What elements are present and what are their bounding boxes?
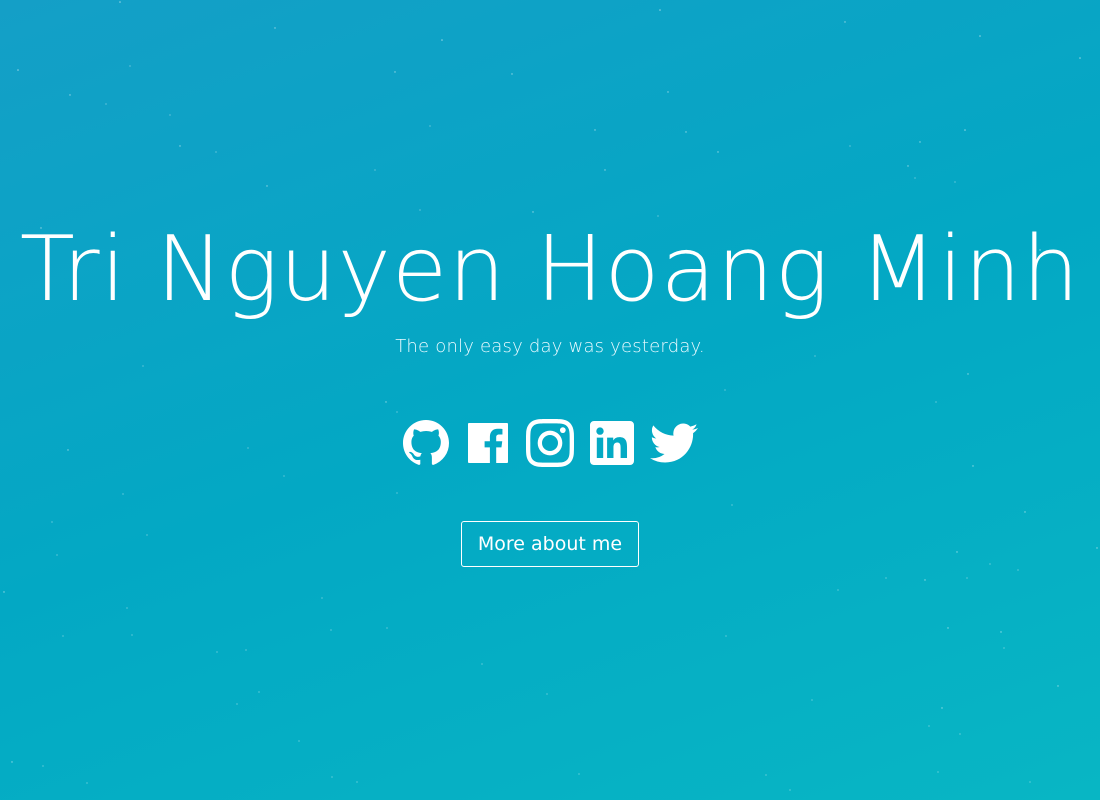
- facebook-link[interactable]: [464, 419, 512, 467]
- twitter-link[interactable]: [650, 419, 698, 467]
- instagram-link[interactable]: [526, 419, 574, 467]
- page-title: Tri Nguyen Hoang Minh: [19, 217, 1081, 322]
- github-icon: [403, 420, 450, 465]
- instagram-icon: [526, 419, 574, 467]
- linkedin-icon: [590, 421, 634, 465]
- more-about-me-button[interactable]: More about me: [460, 521, 640, 567]
- twitter-icon: [650, 423, 698, 463]
- social-links: [0, 419, 1100, 467]
- linkedin-link[interactable]: [588, 419, 636, 467]
- facebook-icon: [468, 423, 508, 463]
- hero-section: Tri Nguyen Hoang Minh The only easy day …: [0, 218, 1100, 567]
- tagline: The only easy day was yesterday.: [395, 336, 705, 357]
- github-link[interactable]: [402, 419, 450, 467]
- cta-container: More about me: [0, 521, 1100, 567]
